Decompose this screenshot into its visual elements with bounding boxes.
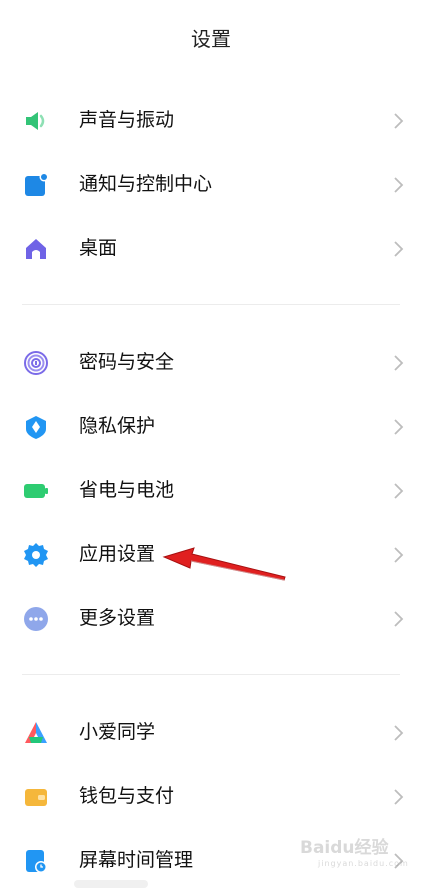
chevron-right-icon <box>393 354 405 372</box>
settings-item-notification[interactable]: 通知与控制中心 <box>0 152 422 216</box>
chevron-right-icon <box>393 418 405 436</box>
section-divider <box>22 674 400 675</box>
chevron-right-icon <box>393 546 405 564</box>
baidu-paw-logo: Baidu经验 <box>300 838 389 858</box>
settings-item-label: 隐私保护 <box>79 415 156 437</box>
settings-item-desktop[interactable]: 桌面 <box>0 216 422 280</box>
settings-item-wallet[interactable]: 钱包与支付 <box>0 764 422 828</box>
fingerprint-icon <box>23 350 49 376</box>
chevron-right-icon <box>393 112 405 130</box>
page-title: 设置 <box>191 27 231 51</box>
shield-icon <box>23 414 49 440</box>
gear-icon <box>23 542 49 568</box>
annotation-arrow <box>160 540 290 590</box>
settings-item-label: 小爱同学 <box>79 721 156 743</box>
home-icon <box>23 236 49 262</box>
settings-item-label: 更多设置 <box>79 607 156 629</box>
settings-item-xiaoai[interactable]: 小爱同学 <box>0 700 422 764</box>
screen-time-icon <box>23 848 49 874</box>
chevron-right-icon <box>393 482 405 500</box>
battery-icon <box>23 478 49 504</box>
settings-item-label: 桌面 <box>79 237 118 259</box>
settings-item-sound-vibration[interactable]: 声音与振动 <box>0 88 422 152</box>
speaker-icon <box>23 108 49 134</box>
notification-icon <box>23 172 49 198</box>
settings-item-label: 通知与控制中心 <box>79 173 213 195</box>
settings-item-label: 应用设置 <box>79 543 156 565</box>
chevron-right-icon <box>393 610 405 628</box>
baidu-watermark: Baidu经验 jingyan.baidu.com <box>300 833 416 873</box>
section-divider <box>22 304 400 305</box>
xiaoai-icon <box>23 720 49 746</box>
settings-item-more-settings[interactable]: 更多设置 <box>0 586 422 650</box>
wallet-icon <box>23 784 49 810</box>
chevron-right-icon <box>393 724 405 742</box>
settings-item-label: 密码与安全 <box>79 351 175 373</box>
settings-item-privacy[interactable]: 隐私保护 <box>0 394 422 458</box>
settings-item-label: 省电与电池 <box>79 479 175 501</box>
more-dots-icon <box>23 606 49 632</box>
chevron-right-icon <box>393 788 405 806</box>
home-indicator <box>74 880 148 888</box>
settings-item-label: 钱包与支付 <box>79 785 175 807</box>
settings-item-password-security[interactable]: 密码与安全 <box>0 330 422 394</box>
watermark-subtext: jingyan.baidu.com <box>318 859 409 868</box>
settings-item-battery[interactable]: 省电与电池 <box>0 458 422 522</box>
chevron-right-icon <box>393 176 405 194</box>
chevron-right-icon <box>393 240 405 258</box>
settings-item-label: 声音与振动 <box>79 109 175 131</box>
